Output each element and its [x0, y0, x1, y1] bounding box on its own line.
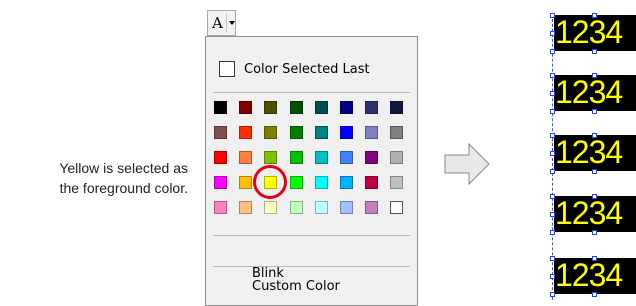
resize-handle[interactable]	[550, 169, 555, 174]
color-swatch[interactable]	[264, 101, 278, 114]
resize-handle[interactable]	[550, 194, 555, 199]
color-swatch[interactable]	[289, 126, 303, 139]
custom-color-menu-item[interactable]: Custom Color	[252, 278, 340, 296]
resize-handle[interactable]	[592, 49, 597, 54]
numeric-display[interactable]: 1234	[554, 15, 636, 51]
color-swatch[interactable]	[239, 176, 253, 189]
color-swatch[interactable]	[365, 151, 379, 164]
numeric-display[interactable]: 1234	[554, 258, 636, 294]
color-swatch[interactable]	[390, 151, 404, 164]
color-swatch[interactable]	[365, 176, 379, 189]
resize-handle[interactable]	[550, 230, 555, 235]
color-selected-last-label: Color Selected Last	[244, 62, 370, 77]
right-arrow-icon	[444, 143, 490, 185]
resize-handle[interactable]	[550, 73, 555, 78]
color-swatch[interactable]	[264, 126, 278, 139]
color-swatch[interactable]	[340, 176, 353, 189]
resize-handle[interactable]	[592, 292, 597, 297]
resize-handle[interactable]	[550, 13, 555, 18]
color-swatch[interactable]	[239, 151, 253, 164]
numeric-display-value: 1234	[555, 135, 623, 170]
resize-handle[interactable]	[592, 133, 597, 138]
numeric-display[interactable]: 1234	[554, 135, 636, 171]
color-swatch[interactable]	[289, 101, 303, 114]
color-swatch[interactable]	[340, 201, 353, 214]
color-swatch[interactable]	[239, 126, 253, 139]
color-swatch[interactable]	[239, 101, 253, 114]
color-swatch[interactable]	[239, 201, 253, 214]
font-color-button[interactable]: A	[207, 10, 236, 36]
color-swatch[interactable]	[340, 151, 353, 164]
color-palette-dropdown: Color Selected Last Blink Custom Color	[205, 36, 418, 306]
numeric-display[interactable]: 1234	[554, 75, 636, 111]
color-swatch[interactable]	[214, 126, 227, 139]
resize-handle[interactable]	[592, 256, 597, 261]
numeric-display-value: 1234	[555, 15, 623, 50]
color-swatch[interactable]	[264, 201, 278, 214]
color-swatch[interactable]	[314, 126, 328, 139]
selected-color-highlight	[253, 165, 288, 199]
caption-line-2: the foreground color.	[59, 180, 188, 196]
resize-handle[interactable]	[592, 73, 597, 78]
color-swatch[interactable]	[390, 201, 404, 214]
color-swatch[interactable]	[314, 201, 328, 214]
numeric-display-value: 1234	[555, 258, 623, 293]
color-swatch[interactable]	[365, 126, 379, 139]
resize-handle[interactable]	[550, 212, 555, 217]
resize-handle[interactable]	[550, 151, 555, 156]
color-swatch[interactable]	[214, 176, 227, 189]
color-swatch[interactable]	[390, 126, 404, 139]
color-swatch[interactable]	[390, 176, 404, 189]
color-swatch[interactable]	[289, 151, 303, 164]
resize-handle[interactable]	[550, 109, 555, 114]
resize-handle[interactable]	[550, 256, 555, 261]
resize-handle[interactable]	[550, 292, 555, 297]
color-swatch[interactable]	[390, 101, 404, 114]
numeric-display-value: 1234	[555, 196, 623, 231]
color-swatch[interactable]	[214, 151, 227, 164]
resize-handle[interactable]	[592, 169, 597, 174]
resize-handle[interactable]	[550, 133, 555, 138]
color-swatch[interactable]	[365, 101, 379, 114]
color-swatch[interactable]	[314, 151, 328, 164]
color-swatch[interactable]	[289, 176, 303, 189]
numeric-display-value: 1234	[555, 75, 623, 110]
resize-handle[interactable]	[592, 230, 597, 235]
last-color-swatch	[219, 61, 235, 77]
numeric-display-preview: 1234 1234 1234 1234 1234	[550, 0, 636, 302]
chevron-down-icon[interactable]	[229, 21, 235, 25]
divider	[213, 92, 410, 93]
resize-handle[interactable]	[550, 31, 555, 36]
color-swatch[interactable]	[314, 101, 328, 114]
numeric-display[interactable]: 1234	[554, 196, 636, 232]
resize-handle[interactable]	[550, 91, 555, 96]
caption-line-1: Yellow is selected as	[59, 160, 188, 176]
divider	[213, 266, 410, 267]
explanation-caption: Yellow is selected as the foreground col…	[8, 158, 188, 198]
color-swatch[interactable]	[214, 101, 227, 114]
resize-handle[interactable]	[550, 274, 555, 279]
color-swatch[interactable]	[289, 201, 303, 214]
color-swatch[interactable]	[340, 126, 353, 139]
resize-handle[interactable]	[550, 49, 555, 54]
color-swatch[interactable]	[214, 201, 227, 214]
color-swatch[interactable]	[340, 101, 353, 114]
color-swatch[interactable]	[264, 151, 278, 164]
resize-handle[interactable]	[592, 13, 597, 18]
color-swatch[interactable]	[365, 201, 379, 214]
color-swatch[interactable]	[314, 176, 328, 189]
resize-handle[interactable]	[592, 194, 597, 199]
resize-handle[interactable]	[592, 109, 597, 114]
button-separator	[226, 13, 227, 33]
divider	[213, 235, 410, 236]
font-color-icon: A	[212, 14, 223, 32]
